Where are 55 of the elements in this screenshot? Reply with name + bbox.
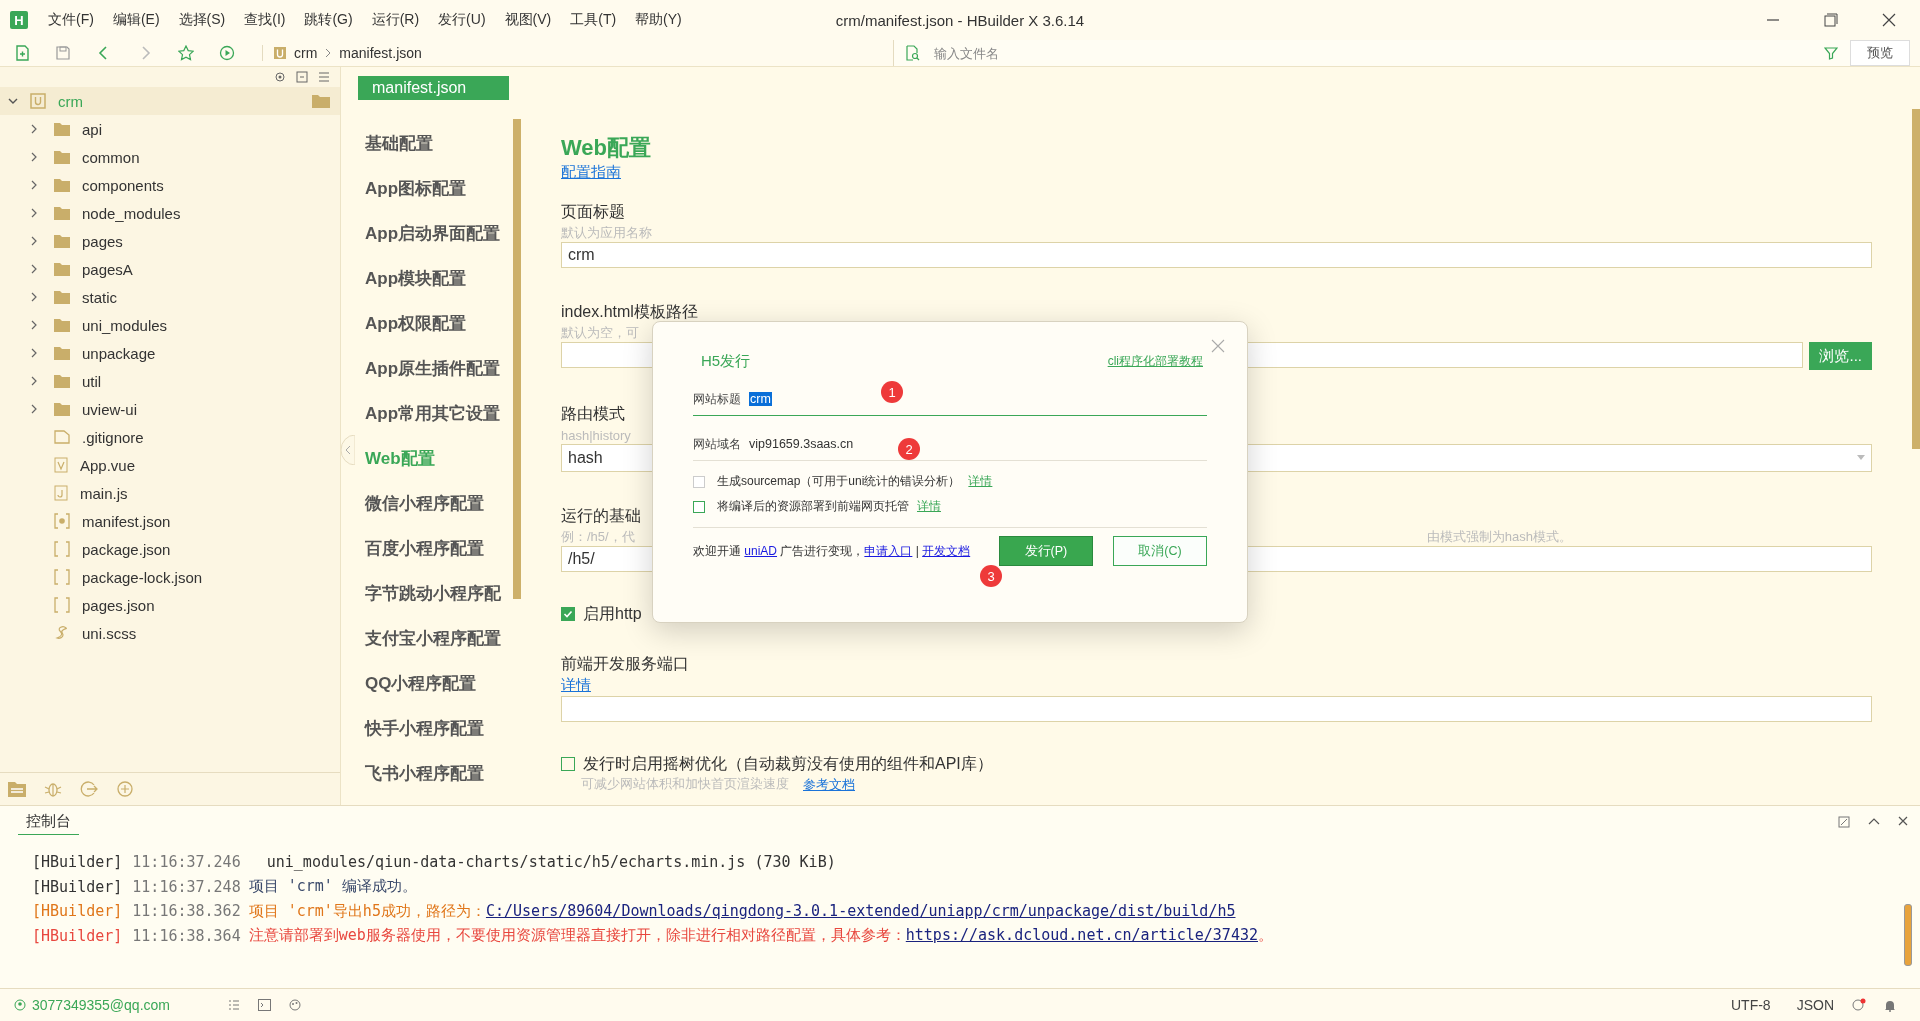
checkbox-label: 发行时启用摇树优化（自动裁剪没有使用的组件和API库） [583, 754, 993, 774]
file-name: pages [82, 232, 123, 250]
field-hint: 可减少网站体积和加快首页渲染速度 [581, 775, 789, 793]
file-name: manifest.json [82, 512, 171, 530]
file-name: api [82, 120, 103, 138]
project-name: crm [58, 92, 83, 110]
field-hint: 默认为应用名称 [561, 224, 652, 242]
log-time: 11:16:38.364 [132, 926, 241, 945]
file-name: util [82, 372, 102, 390]
field-label: 运行的基础 [561, 506, 641, 526]
field-label: 页面标题 [561, 202, 625, 222]
log-time: 11:16:37.248 [132, 877, 241, 896]
file-name: static [82, 288, 117, 306]
field-hint: hash|history [561, 427, 631, 443]
file-name: package-lock.json [82, 568, 203, 586]
ad-note: 欢迎开通 uniAD 广告进行变现，申请入口 | 开发文档 [693, 542, 972, 560]
checkbox-label: 将编译后的资源部署到前端网页托管 [717, 498, 909, 515]
file-name: main.js [80, 484, 128, 502]
file-name: package.json [82, 540, 171, 558]
file-name: pages.json [82, 596, 155, 614]
checkbox-label: 启用http [583, 604, 642, 624]
field-hint: 例：/h5/，代 [561, 528, 635, 546]
app-logo: H [10, 11, 28, 29]
file-name: unpackage [82, 344, 156, 362]
checkbox-label: 生成sourcemap（可用于uni统计的错误分析） [717, 473, 961, 490]
file-name: components [82, 176, 164, 194]
window-title: crm/manifest.json - HBuilder X 3.6.14 [835, 11, 1085, 29]
log-source: [HBuilder] [32, 926, 123, 945]
log-source: [HBuilder] [32, 853, 123, 872]
log-time: 11:16:37.246 [132, 853, 241, 872]
file-name: common [82, 148, 140, 166]
field-hint: 默认为空，可 [561, 324, 639, 342]
log-time: 11:16:38.362 [132, 902, 241, 921]
field-hint: 由模式强制为hash模式。 [1426, 528, 1572, 546]
file-name: App.vue [80, 456, 136, 474]
log-message: 项目 'crm'导出h5成功，路径为：C:/Users/89604/Downloads/qingdong-3.0.1-extended/uniapp/crm/unpackage/dist/build/h5 [248, 901, 1236, 921]
step-marker: 1 [881, 381, 903, 403]
dialog-title: H5发行 [701, 352, 751, 371]
field-label: index.html模板路径 [561, 302, 698, 322]
step-marker: 3 [980, 565, 1002, 587]
field-label: 前端开发服务端口 [561, 654, 689, 674]
file-name: uview-ui [82, 400, 138, 418]
file-name: .gitignore [82, 428, 144, 446]
log-message: uni_modules/qiun-data-charts/static/h5/echarts.min.js (730 KiB) [265, 853, 836, 872]
file-name: uni_modules [82, 316, 168, 334]
log-source: [HBuilder] [32, 877, 123, 896]
field-label: 路由模式 [561, 404, 625, 424]
log-message: 项目 'crm' 编译成功。 [248, 877, 417, 897]
log-source: [HBuilder] [32, 902, 123, 921]
file-name: pagesA [82, 260, 133, 278]
step-marker: 2 [898, 438, 920, 460]
log-message: 注意请部署到web服务器使用，不要使用资源管理器直接打开，除非进行相对路径配置，具体参考：https://ask.dcloud.net.cn/article/37432。 [248, 926, 1273, 946]
file-name: uni.scss [82, 624, 137, 642]
section-heading: Web配置 [561, 134, 653, 162]
file-name: node_modules [82, 204, 181, 222]
